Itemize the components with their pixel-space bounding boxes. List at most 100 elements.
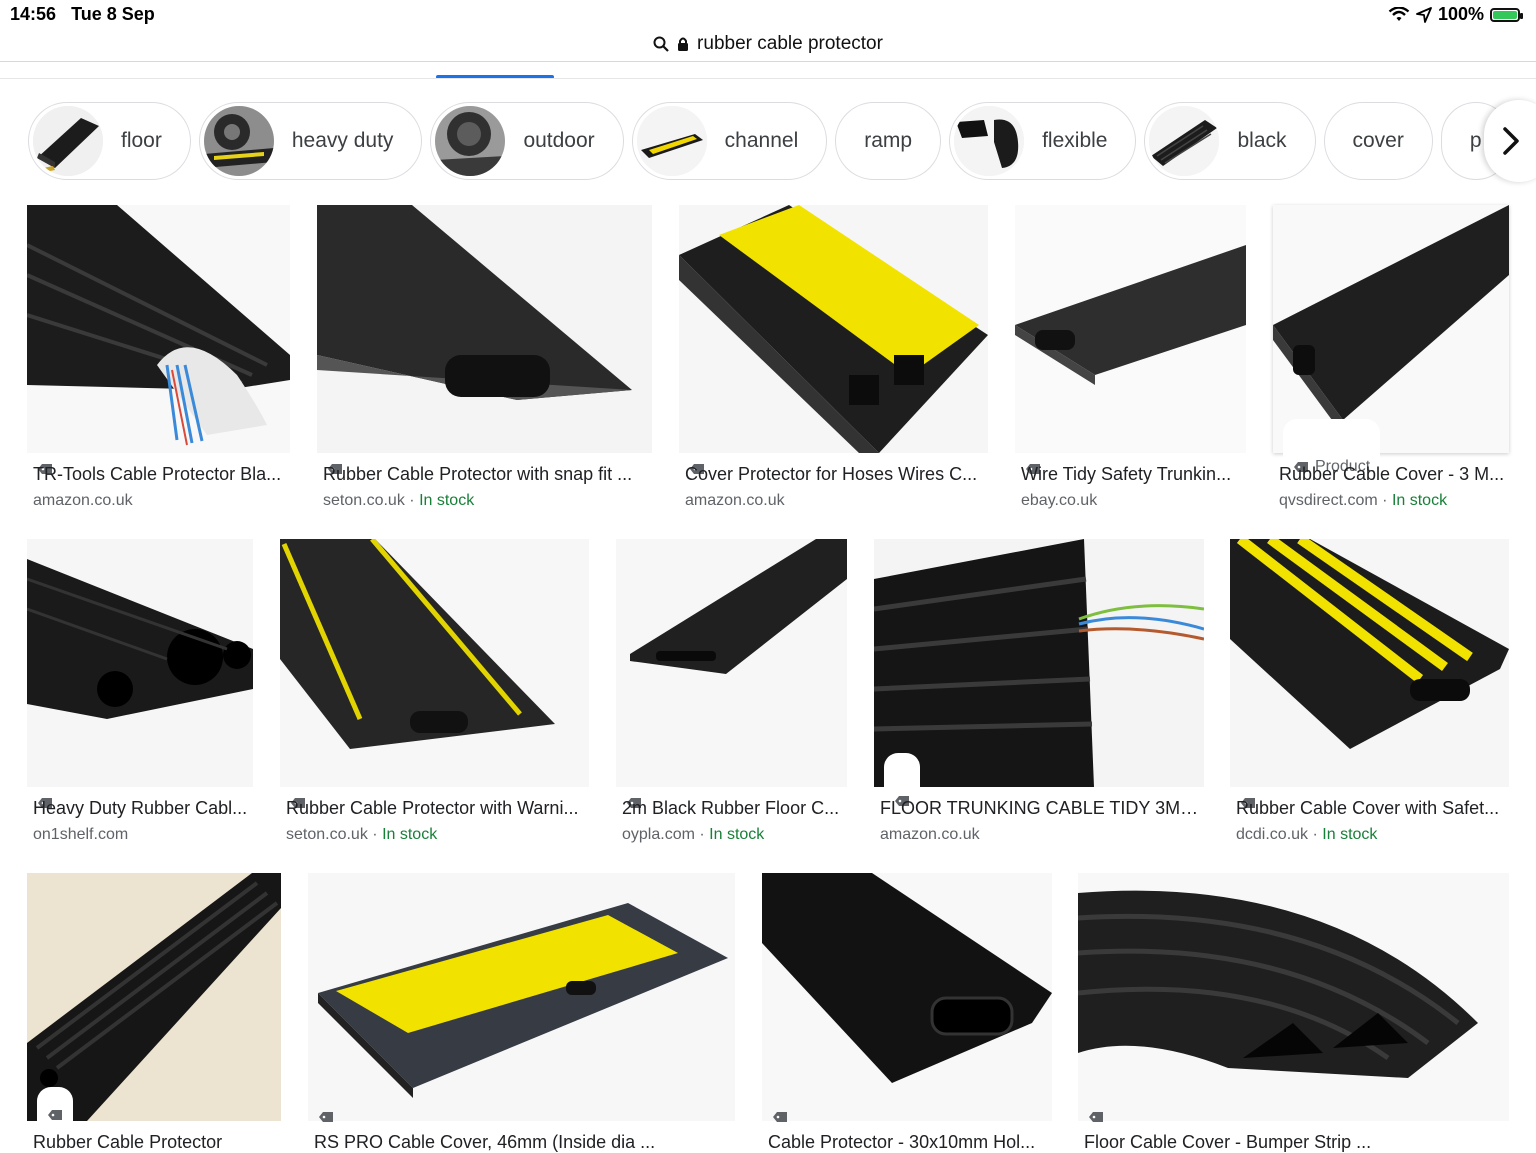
result-tile[interactable]: Cable Protector - 30x10mm Hol... xyxy=(762,873,1052,1152)
tabs-divider xyxy=(0,78,1536,79)
result-image[interactable] xyxy=(1230,539,1509,787)
chip-label: floor xyxy=(121,129,162,152)
chevron-right-icon xyxy=(1502,126,1520,156)
meta-separator: · xyxy=(699,826,705,843)
meta-separator: · xyxy=(409,492,415,509)
result-image[interactable] xyxy=(308,873,735,1121)
result-source: on1shelf.com xyxy=(33,826,129,843)
lock-icon xyxy=(677,36,689,52)
result-image[interactable] xyxy=(762,873,1052,1121)
result-title[interactable]: Heavy Duty Rubber Cabl... xyxy=(33,798,251,819)
result-tile[interactable]: Rubber Cable Protector with snap fit ...… xyxy=(317,205,652,525)
chip-ramp[interactable]: ramp xyxy=(835,102,942,180)
result-image[interactable] xyxy=(317,205,652,453)
result-tile[interactable]: Wire Tidy Safety Trunkin... ebay.co.uk xyxy=(1015,205,1246,525)
result-image[interactable] xyxy=(1273,205,1509,453)
result-tile[interactable]: Cover Protector for Hoses Wires C... ama… xyxy=(679,205,988,525)
chips-next-button[interactable] xyxy=(1484,100,1536,182)
result-tile[interactable]: 2m Black Rubber Floor C... oypla.com · I… xyxy=(616,539,847,859)
result-image[interactable] xyxy=(280,539,589,787)
chip-floor[interactable]: floor xyxy=(28,102,191,180)
result-title[interactable]: Floor Cable Cover - Bumper Strip ... xyxy=(1084,1132,1506,1153)
location-arrow-icon xyxy=(1416,6,1432,23)
result-image[interactable] xyxy=(874,539,1204,787)
stock-status: In stock xyxy=(709,826,765,843)
result-meta: oypla.com · In stock xyxy=(622,826,764,844)
result-title[interactable]: Cover Protector for Hoses Wires C... xyxy=(685,464,985,485)
chip-label: channel xyxy=(724,129,799,152)
result-title[interactable]: FLOOR TRUNKING CABLE TIDY 3M L... xyxy=(880,798,1200,819)
chip-label: ramp xyxy=(864,129,913,152)
meta-separator: · xyxy=(372,826,378,843)
result-source: dcdi.co.uk xyxy=(1236,826,1309,843)
flexible-thumb xyxy=(954,106,1025,176)
chip-black[interactable]: black xyxy=(1144,102,1316,180)
result-source: seton.co.uk xyxy=(286,826,368,843)
stock-status: In stock xyxy=(1322,826,1378,843)
chip-outdoor[interactable]: outdoor xyxy=(430,102,624,180)
result-title[interactable]: Rubber Cable Cover with Safet... xyxy=(1236,798,1506,819)
result-source: amazon.co.uk xyxy=(33,492,133,509)
result-title[interactable]: Rubber Cable Protector with Warni... xyxy=(286,798,586,819)
url-query: rubber cable protector xyxy=(697,33,883,54)
outdoor-thumb xyxy=(435,106,506,176)
chip-flexible[interactable]: flexible xyxy=(949,102,1137,180)
result-tile[interactable]: Rubber Cable Protector xyxy=(27,873,281,1152)
chip-label: black xyxy=(1237,129,1287,152)
result-meta: amazon.co.uk xyxy=(880,826,980,844)
result-tile[interactable]: Product Rubber Cable Cover - 3 M... qvsd… xyxy=(1273,205,1509,525)
result-meta: amazon.co.uk xyxy=(33,492,133,510)
cable-protector-thumb xyxy=(33,106,103,176)
chip-label: outdoor xyxy=(523,129,595,152)
url-bar[interactable]: rubber cable protector xyxy=(0,26,1536,62)
result-meta: seton.co.uk · In stock xyxy=(323,492,474,510)
result-tile[interactable]: Rubber Cable Protector with Warni... set… xyxy=(280,539,589,859)
result-tile[interactable]: FLOOR TRUNKING CABLE TIDY 3M L... amazon… xyxy=(874,539,1204,859)
chip-label: flexible xyxy=(1042,129,1108,152)
battery-icon xyxy=(1490,7,1523,22)
result-title[interactable]: Cable Protector - 30x10mm Hol... xyxy=(768,1132,1048,1153)
result-image[interactable] xyxy=(1078,873,1509,1121)
result-tile[interactable]: RS PRO Cable Cover, 46mm (Inside dia ... xyxy=(308,873,735,1152)
channel-thumb xyxy=(636,106,707,176)
result-meta: qvsdirect.com · In stock xyxy=(1279,492,1447,510)
wifi-icon xyxy=(1388,6,1410,23)
status-indicators: 100% xyxy=(1388,4,1523,25)
result-title[interactable]: TR-Tools Cable Protector Bla... xyxy=(33,464,288,485)
status-date: Tue 8 Sep xyxy=(71,4,155,24)
result-title[interactable]: 2m Black Rubber Floor C... xyxy=(622,798,844,819)
price-tag-icon xyxy=(318,1111,334,1123)
chip-heavy-duty[interactable]: heavy duty xyxy=(198,102,423,180)
result-title[interactable]: Rubber Cable Cover - 3 M... xyxy=(1279,464,1507,485)
result-source: amazon.co.uk xyxy=(685,492,785,509)
related-searches-chips: floor heavy duty outdoor channel ramp fl… xyxy=(28,102,1511,182)
chip-cover[interactable]: cover xyxy=(1323,102,1433,180)
result-tile[interactable]: Heavy Duty Rubber Cabl... on1shelf.com xyxy=(27,539,253,859)
result-source: amazon.co.uk xyxy=(880,826,980,843)
battery-percent: 100% xyxy=(1437,4,1484,24)
chip-label: p xyxy=(1469,129,1482,152)
status-time-date: 14:56 Tue 8 Sep xyxy=(10,4,155,25)
result-meta: dcdi.co.uk · In stock xyxy=(1236,826,1377,844)
result-image[interactable] xyxy=(616,539,847,787)
result-image[interactable] xyxy=(679,205,988,453)
url-bar-divider xyxy=(0,61,1536,62)
result-title[interactable]: Wire Tidy Safety Trunkin... xyxy=(1021,464,1243,485)
result-title[interactable]: Rubber Cable Protector with snap fit ... xyxy=(323,464,648,485)
result-tile[interactable]: TR-Tools Cable Protector Bla... amazon.c… xyxy=(27,205,290,525)
result-title[interactable]: RS PRO Cable Cover, 46mm (Inside dia ... xyxy=(314,1132,732,1153)
result-title[interactable]: Rubber Cable Protector xyxy=(33,1132,278,1153)
result-image[interactable] xyxy=(27,539,253,787)
result-image[interactable] xyxy=(27,873,281,1121)
result-tile[interactable]: Rubber Cable Cover with Safet... dcdi.co… xyxy=(1230,539,1509,859)
price-tag-icon xyxy=(47,1109,63,1121)
result-source: seton.co.uk xyxy=(323,492,405,509)
search-icon xyxy=(653,36,669,52)
result-image[interactable] xyxy=(1015,205,1246,453)
chip-channel[interactable]: channel xyxy=(631,102,828,180)
result-image[interactable] xyxy=(27,205,290,453)
result-tile[interactable]: Floor Cable Cover - Bumper Strip ... xyxy=(1078,873,1509,1152)
status-time: 14:56 xyxy=(10,4,57,24)
heavy-duty-thumb xyxy=(203,106,274,176)
stock-status: In stock xyxy=(382,826,438,843)
